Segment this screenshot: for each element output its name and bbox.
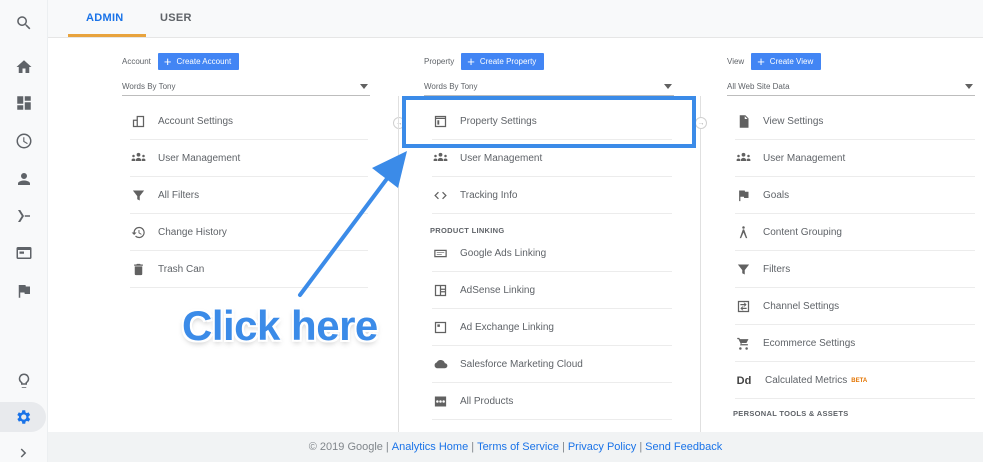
view-calculated-metrics-item[interactable]: Dd Calculated Metrics BETA bbox=[735, 363, 975, 399]
cloud-icon bbox=[432, 357, 448, 373]
acquisition-icon[interactable] bbox=[0, 201, 48, 231]
clock-icon[interactable] bbox=[0, 126, 48, 156]
people-icon bbox=[130, 151, 146, 167]
property-tracking-info-item[interactable]: Tracking Info bbox=[432, 178, 672, 214]
view-settings-item[interactable]: View Settings bbox=[735, 104, 975, 140]
account-label: Account bbox=[122, 56, 151, 66]
property-label: Property bbox=[424, 56, 455, 66]
flag-icon[interactable] bbox=[0, 276, 48, 306]
salesforce-marketing-cloud-item[interactable]: Salesforce Marketing Cloud bbox=[432, 347, 672, 383]
people-icon bbox=[735, 151, 751, 167]
footer-link-privacy[interactable]: Privacy Policy bbox=[568, 441, 636, 453]
document-icon bbox=[735, 114, 751, 130]
dashboard-icon[interactable] bbox=[0, 88, 48, 118]
property-selector[interactable]: Words By Tony bbox=[424, 78, 674, 96]
dd-icon: Dd bbox=[736, 374, 752, 387]
people-icon bbox=[432, 151, 448, 167]
personal-tools-section-header: PERSONAL TOOLS & ASSETS bbox=[733, 409, 849, 418]
footer: © 2019 Google | Analytics Home | Terms o… bbox=[48, 432, 983, 462]
property-to-view-connector-icon: → bbox=[695, 117, 707, 129]
grouping-icon bbox=[735, 225, 751, 241]
dropdown-arrow-icon bbox=[360, 84, 368, 89]
account-trash-can-item[interactable]: Trash Can bbox=[130, 252, 368, 288]
building-icon bbox=[130, 114, 146, 130]
view-filters-item[interactable]: Filters bbox=[735, 252, 975, 288]
adexchange-icon bbox=[432, 320, 448, 336]
tab-admin[interactable]: ADMIN bbox=[86, 12, 124, 24]
create-account-button[interactable]: + Create Account bbox=[157, 52, 240, 70]
adsense-linking-item[interactable]: AdSense Linking bbox=[432, 273, 672, 309]
footer-copyright: © 2019 Google bbox=[308, 441, 383, 453]
create-view-button[interactable]: + Create View bbox=[751, 52, 822, 70]
footer-link-analytics-home[interactable]: Analytics Home bbox=[392, 441, 468, 453]
click-here-annotation: Click here bbox=[182, 302, 378, 349]
lightbulb-icon[interactable] bbox=[0, 366, 48, 396]
property-settings-highlight bbox=[402, 96, 696, 148]
ads-icon bbox=[432, 246, 448, 262]
property-column-header: Property + Create Property bbox=[424, 52, 545, 70]
flag-icon bbox=[735, 188, 751, 204]
account-settings-item[interactable]: Account Settings bbox=[130, 104, 368, 140]
view-content-grouping-item[interactable]: Content Grouping bbox=[735, 215, 975, 251]
beta-badge: BETA bbox=[851, 377, 868, 384]
dropdown-arrow-icon bbox=[965, 84, 973, 89]
home-icon[interactable] bbox=[0, 52, 48, 82]
view-selector[interactable]: All Web Site Data bbox=[727, 78, 975, 96]
left-nav-rail bbox=[0, 0, 48, 462]
view-channel-settings-item[interactable]: Channel Settings bbox=[735, 289, 975, 325]
filter-icon bbox=[130, 188, 146, 204]
tab-user[interactable]: USER bbox=[160, 12, 192, 24]
browser-window-icon[interactable] bbox=[0, 238, 48, 268]
expand-chevron-icon[interactable] bbox=[0, 438, 48, 462]
account-all-filters-item[interactable]: All Filters bbox=[130, 178, 368, 214]
view-column-header: View + Create View bbox=[727, 52, 822, 70]
adsense-icon bbox=[432, 283, 448, 299]
person-icon[interactable] bbox=[0, 164, 48, 194]
product-linking-section-header: PRODUCT LINKING bbox=[430, 226, 505, 235]
active-tab-indicator bbox=[68, 34, 146, 37]
view-label: View bbox=[727, 56, 745, 66]
view-goals-item[interactable]: Goals bbox=[735, 178, 975, 214]
property-column-left-border bbox=[398, 96, 399, 432]
view-user-management-item[interactable]: User Management bbox=[735, 141, 975, 177]
account-user-management-item[interactable]: User Management bbox=[130, 141, 368, 177]
account-change-history-item[interactable]: Change History bbox=[130, 215, 368, 251]
all-products-item[interactable]: All Products bbox=[432, 384, 672, 420]
code-icon bbox=[432, 188, 448, 204]
account-column-header: Account + Create Account bbox=[122, 52, 240, 70]
ad-exchange-linking-item[interactable]: Ad Exchange Linking bbox=[432, 310, 672, 346]
history-icon bbox=[130, 225, 146, 241]
channel-icon bbox=[735, 299, 751, 315]
products-icon bbox=[432, 394, 448, 410]
account-selector[interactable]: Words By Tony bbox=[122, 78, 370, 96]
google-ads-linking-item[interactable]: Google Ads Linking bbox=[432, 236, 672, 272]
dropdown-arrow-icon bbox=[664, 84, 672, 89]
search-icon[interactable] bbox=[0, 8, 48, 38]
admin-gear-icon[interactable] bbox=[0, 402, 46, 432]
create-property-button[interactable]: + Create Property bbox=[461, 52, 545, 70]
cart-icon bbox=[735, 336, 751, 352]
trash-icon bbox=[130, 262, 146, 278]
filter-icon bbox=[735, 262, 751, 278]
property-column-right-border bbox=[700, 96, 701, 432]
view-ecommerce-settings-item[interactable]: Ecommerce Settings bbox=[735, 326, 975, 362]
footer-link-terms[interactable]: Terms of Service bbox=[477, 441, 559, 453]
footer-link-feedback[interactable]: Send Feedback bbox=[645, 441, 722, 453]
